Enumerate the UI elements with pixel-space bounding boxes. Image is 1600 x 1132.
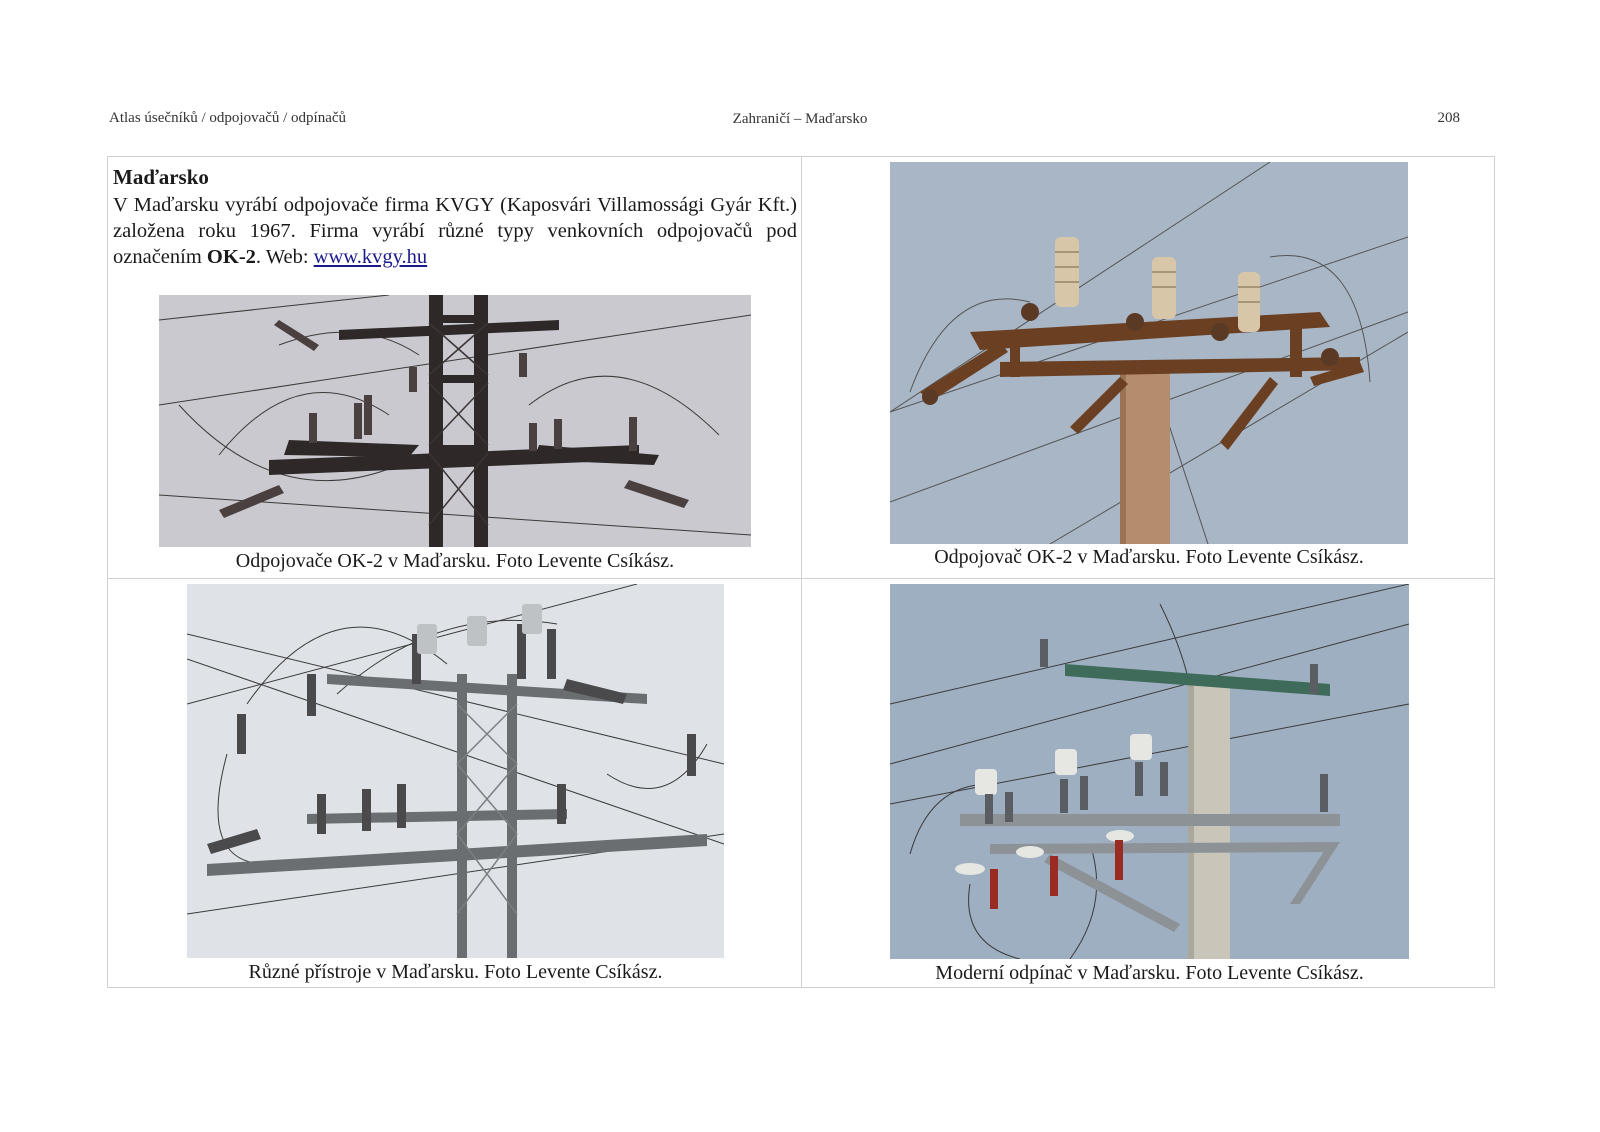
- caption-bottom-left: Různé přístroje v Maďarsku. Foto Levente…: [248, 961, 663, 983]
- photo-various-devices: [187, 584, 724, 958]
- header-section-title: Zahraničí – Maďarsko: [732, 111, 868, 127]
- grid-divider-horizontal: [107, 578, 1495, 579]
- photo-ok2-disconnectors-tower-image: [159, 295, 751, 547]
- photo-ok2-concrete-pole-image: [890, 162, 1408, 544]
- photo-various-devices-image: [187, 584, 724, 958]
- caption-top-left: Odpojovače OK-2 v Maďarsku. Foto Levente…: [235, 550, 675, 572]
- intro-paragraph: V Maďarsku vyrábí odpojovače firma KVGY …: [113, 192, 797, 270]
- photo-modern-switch: [890, 584, 1409, 959]
- caption-top-right: Odpojovač OK-2 v Maďarsku. Foto Levente …: [934, 546, 1364, 568]
- intro-web-label: . Web:: [255, 246, 314, 268]
- caption-bottom-right: Moderní odpínač v Maďarsku. Foto Levente…: [935, 962, 1364, 984]
- section-title: Maďarsko: [113, 165, 209, 189]
- intro-section: Maďarsko V Maďarsku vyrábí odpojovače fi…: [113, 164, 797, 270]
- product-code: OK-2: [206, 246, 256, 268]
- photo-modern-switch-image: [890, 584, 1409, 959]
- grid-divider-vertical: [801, 156, 802, 988]
- photo-ok2-concrete-pole: [890, 162, 1408, 544]
- kvgy-website-link[interactable]: www.kvgy.hu: [314, 246, 428, 268]
- photo-ok2-disconnectors-tower: [159, 295, 751, 547]
- page-number: 208: [1437, 110, 1461, 126]
